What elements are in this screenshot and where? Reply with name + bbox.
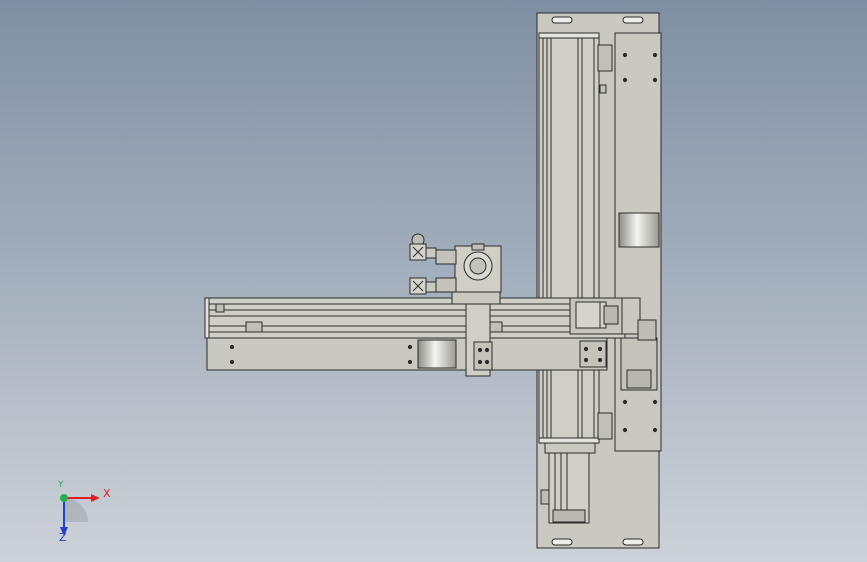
triad-x-label: X xyxy=(103,487,111,500)
graphics-viewport[interactable]: X Y Z xyxy=(0,0,867,562)
triad-y-label: Y xyxy=(58,480,64,490)
gripper-cylinder-assembly[interactable] xyxy=(409,233,502,295)
horizontal-axis-profile[interactable] xyxy=(204,297,626,339)
orientation-triad: X Y Z xyxy=(48,480,118,544)
horizontal-axis-base-beam[interactable] xyxy=(206,337,608,371)
triad-z-label: Z xyxy=(59,531,67,544)
vertical-axis-motor[interactable] xyxy=(540,442,596,524)
cad-model-view[interactable] xyxy=(0,0,867,562)
vertical-axis-side-plate[interactable] xyxy=(614,32,662,452)
